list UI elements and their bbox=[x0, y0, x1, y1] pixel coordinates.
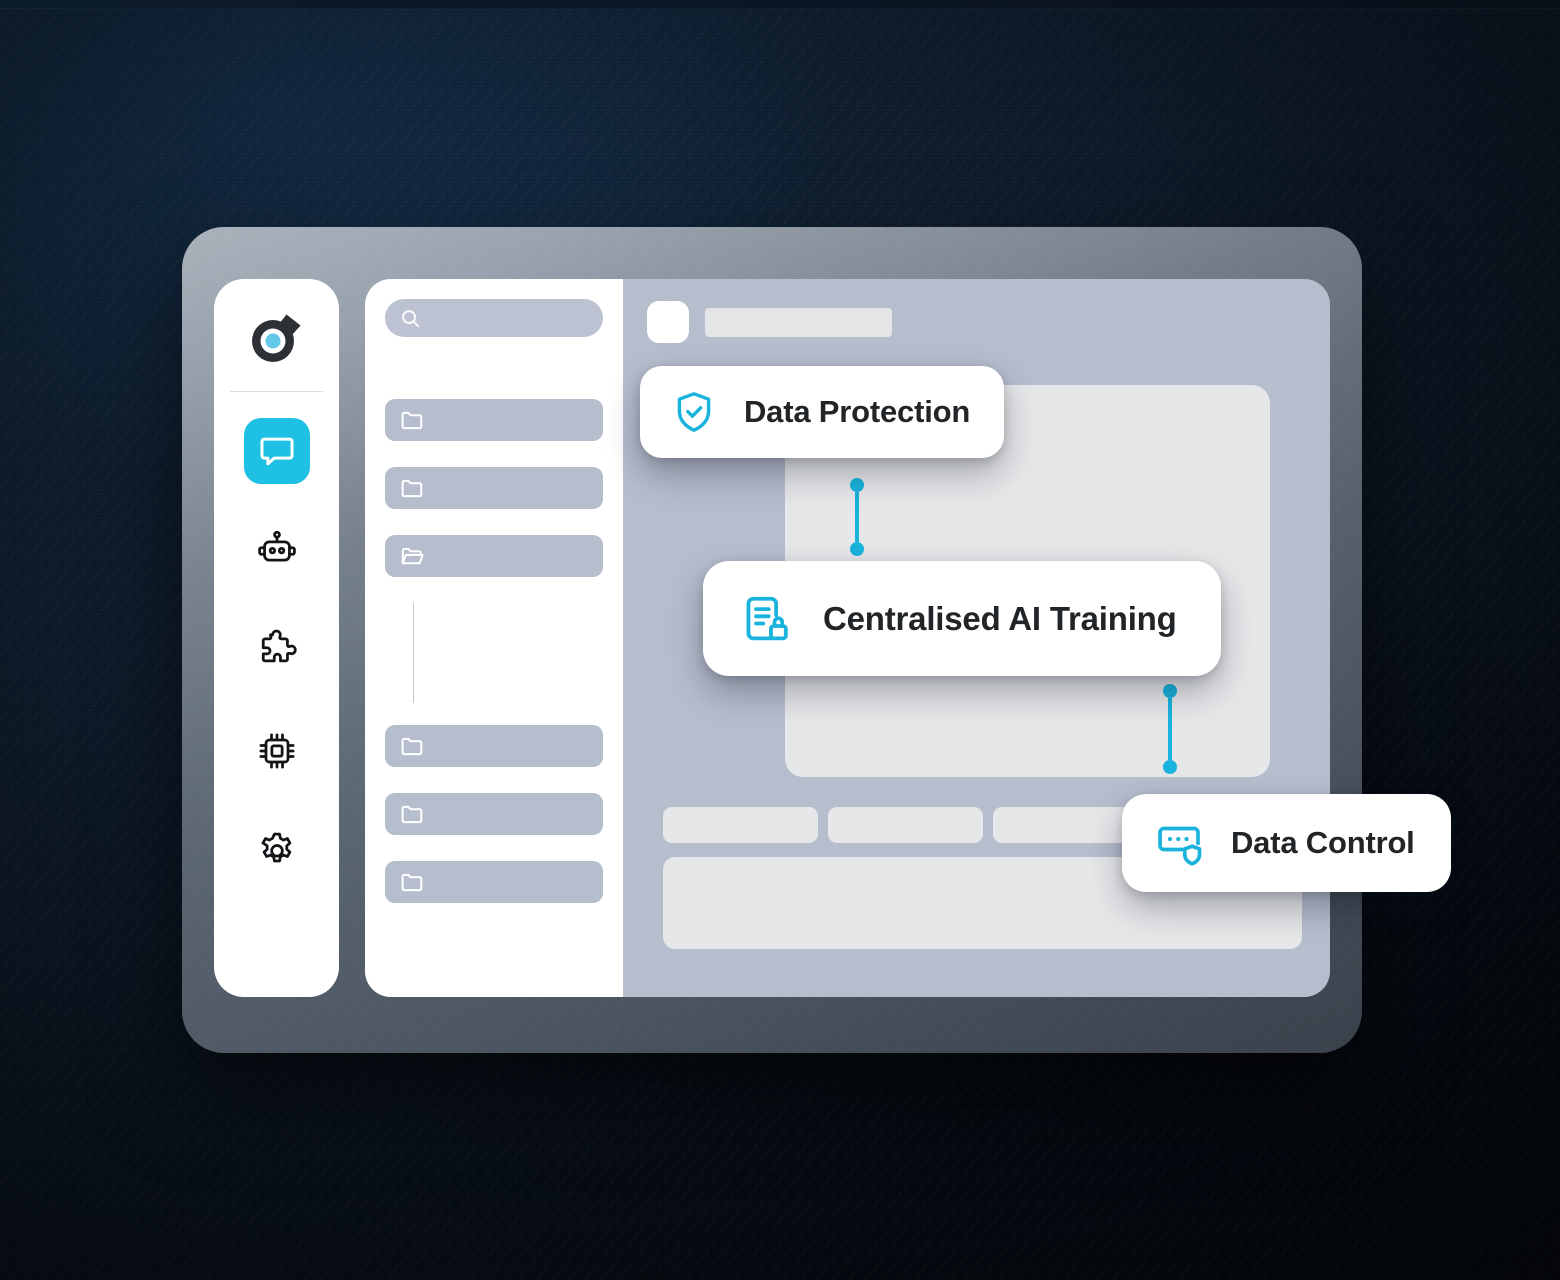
tree-folder-row[interactable] bbox=[385, 793, 603, 835]
sidebar-item-models[interactable] bbox=[244, 718, 310, 784]
tree-folder-row-expanded[interactable] bbox=[385, 535, 603, 577]
robot-icon bbox=[255, 529, 299, 573]
badge-centralised-ai-training[interactable]: Centralised AI Training bbox=[703, 561, 1221, 676]
tree-folder-row[interactable] bbox=[385, 725, 603, 767]
sidebar-item-settings[interactable] bbox=[244, 818, 310, 884]
connector-dot bbox=[850, 478, 864, 492]
badge-label: Data Protection bbox=[744, 394, 971, 429]
server-shield-icon bbox=[1154, 817, 1206, 869]
connector-dot bbox=[1163, 760, 1177, 774]
chip-placeholder[interactable] bbox=[663, 807, 818, 843]
main-topbar bbox=[647, 301, 1306, 343]
chat-bubble-icon bbox=[258, 432, 296, 470]
tree-indent-guide bbox=[413, 603, 414, 703]
sidebar-item-plugins[interactable] bbox=[244, 618, 310, 684]
chip-icon bbox=[255, 729, 299, 773]
topbar-avatar-placeholder[interactable] bbox=[647, 301, 689, 343]
folder-closed-icon bbox=[399, 733, 426, 760]
badge-data-protection[interactable]: Data Protection bbox=[640, 366, 1005, 458]
folder-open-icon bbox=[399, 543, 426, 570]
badge-data-control[interactable]: Data Control bbox=[1122, 794, 1451, 892]
tree-folder-row[interactable] bbox=[385, 399, 603, 441]
connector-dot bbox=[1163, 684, 1177, 698]
sidebar-item-chat[interactable] bbox=[243, 418, 310, 484]
tree-folder-row[interactable] bbox=[385, 861, 603, 903]
chip-placeholder[interactable] bbox=[828, 807, 983, 843]
puzzle-piece-icon bbox=[255, 629, 299, 673]
folder-closed-icon bbox=[399, 869, 426, 896]
gear-icon bbox=[255, 829, 299, 873]
connector-dot bbox=[850, 542, 864, 556]
sidebar-divider bbox=[230, 391, 323, 392]
document-lock-icon bbox=[739, 592, 793, 646]
connector-protection-to-training bbox=[850, 478, 864, 556]
folder-closed-icon bbox=[399, 475, 426, 502]
file-tree-panel bbox=[365, 279, 623, 997]
background-top-edge bbox=[0, 0, 1560, 9]
connector-line bbox=[855, 492, 859, 542]
badge-label: Data Control bbox=[1231, 825, 1415, 860]
folder-closed-icon bbox=[399, 801, 426, 828]
folder-closed-icon bbox=[399, 407, 426, 434]
shield-check-icon bbox=[670, 388, 718, 436]
chip-row bbox=[663, 807, 1148, 843]
sidebar-rail bbox=[214, 279, 339, 997]
tree-folder-row[interactable] bbox=[385, 467, 603, 509]
badge-label: Centralised AI Training bbox=[823, 599, 1177, 637]
brand-logo-icon[interactable] bbox=[245, 305, 309, 369]
search-icon bbox=[399, 307, 422, 330]
connector-training-to-control bbox=[1163, 684, 1177, 774]
connector-line bbox=[1168, 698, 1172, 760]
search-input[interactable] bbox=[385, 299, 603, 337]
page-title-placeholder bbox=[705, 307, 892, 337]
sidebar-item-agents[interactable] bbox=[244, 518, 310, 584]
